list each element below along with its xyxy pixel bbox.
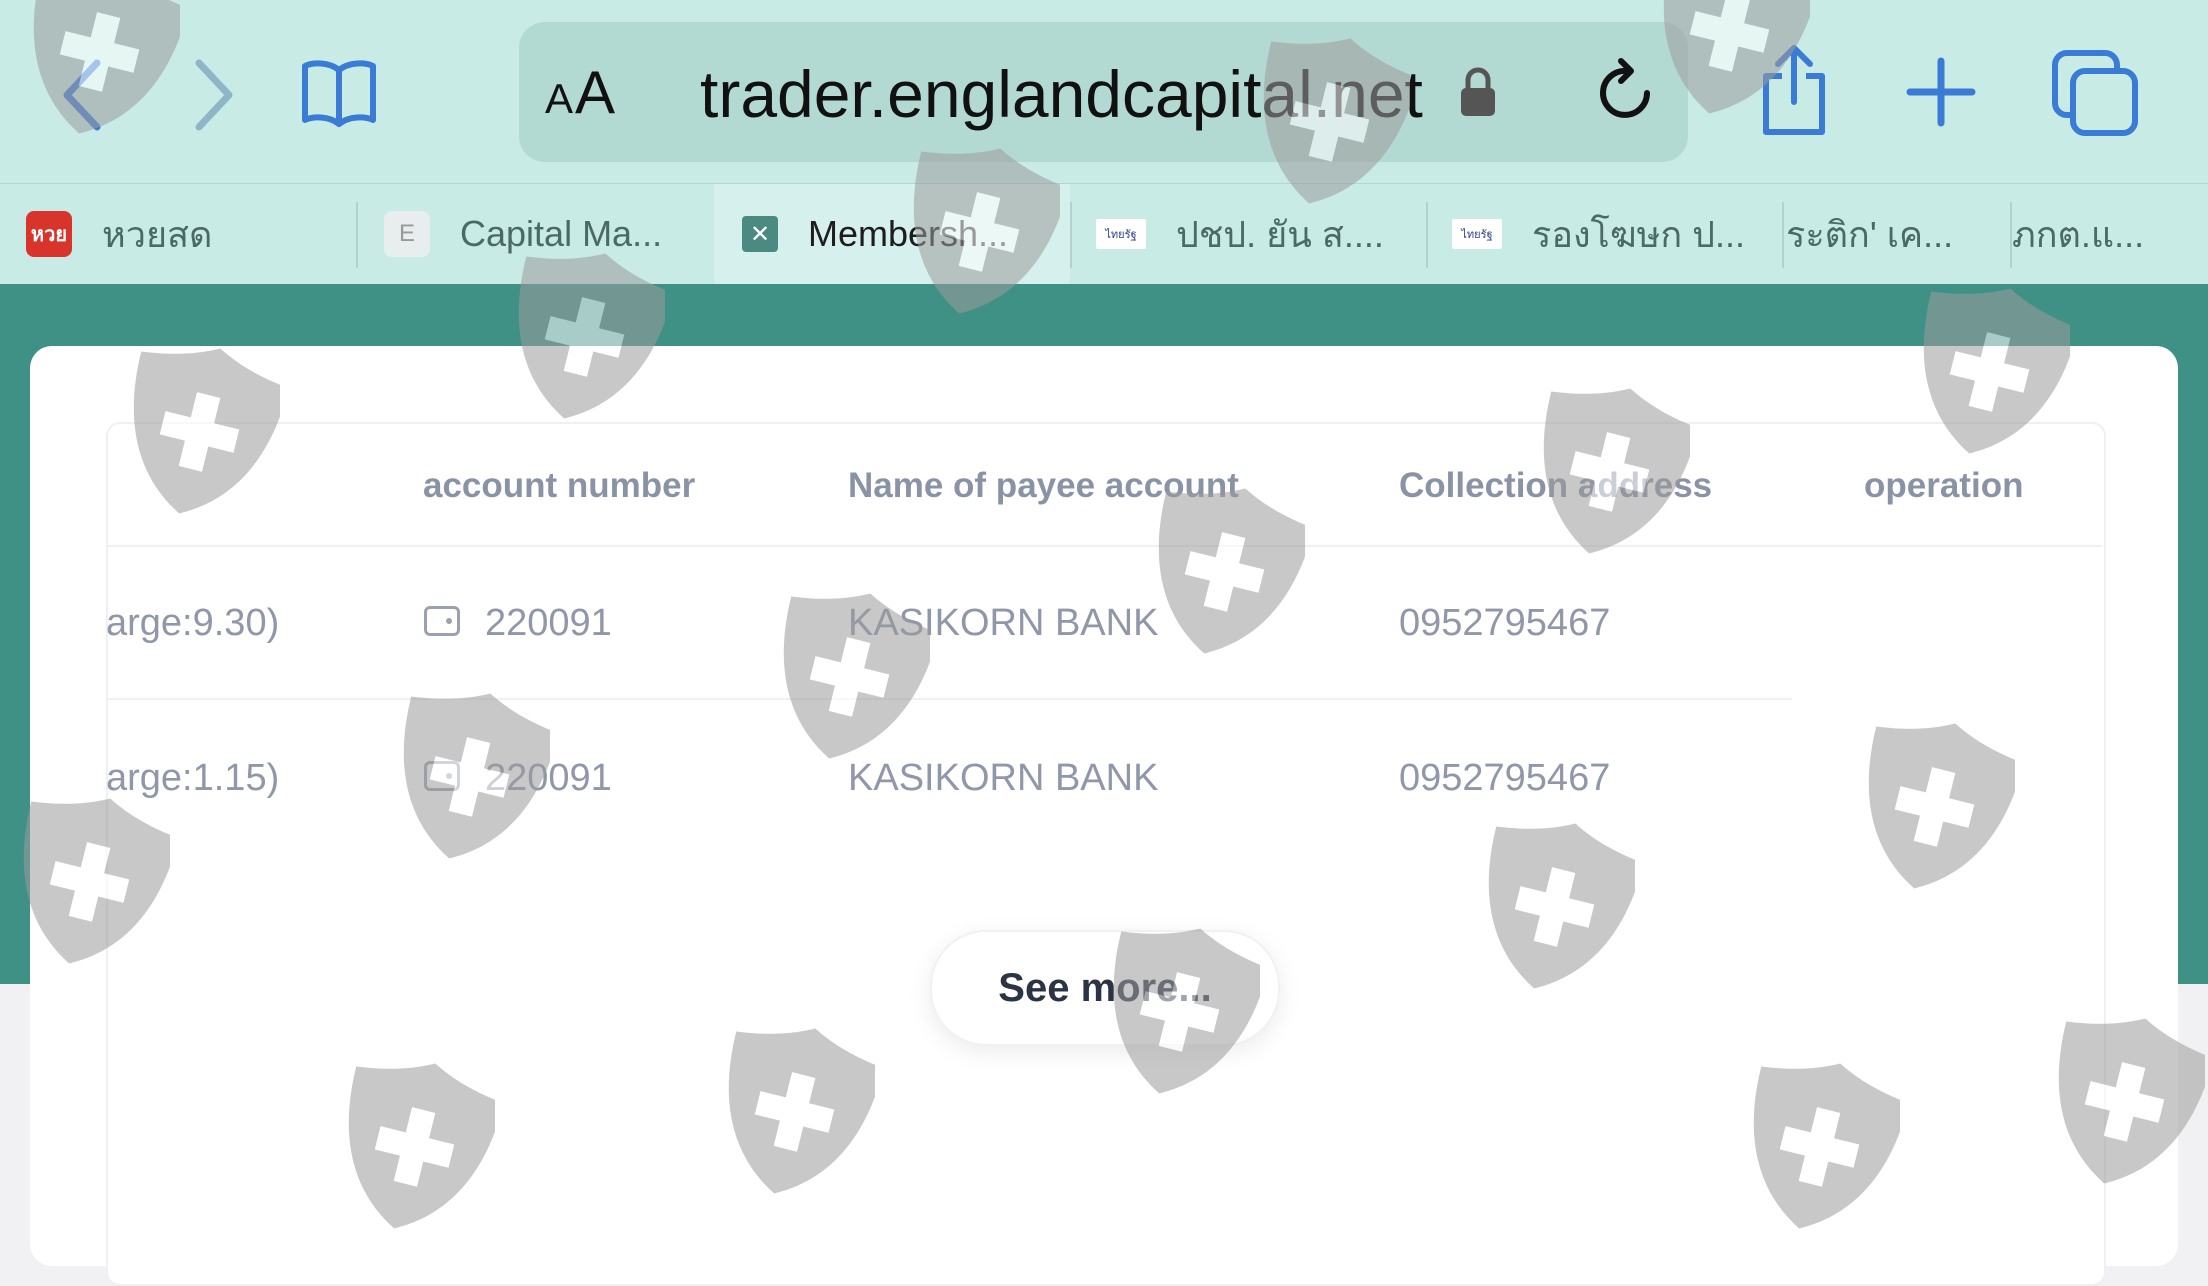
bank-account-table: [106, 422, 2106, 1286]
tab-label: Membersh...: [808, 213, 1009, 254]
header-account-number: account number: [423, 466, 696, 505]
row-first-col: arge:9.30): [106, 602, 280, 644]
header-divider: [106, 545, 2102, 547]
row-payee: KASIKORN BANK: [848, 757, 1159, 799]
row-account-number: 220091: [485, 757, 612, 799]
tab-label: หวยสด: [102, 213, 213, 255]
tab-label: ปชป. ยัน ส....: [1176, 213, 1384, 255]
new-tab-icon[interactable]: [1904, 52, 1978, 132]
row-address: 0952795467: [1399, 602, 1611, 644]
tab-bar: หวย หวยสด E Capital Ma... ✕ Membersh... …: [0, 183, 2208, 284]
header-operation: operation: [1864, 466, 2024, 505]
header-payee-name: Name of payee account: [848, 466, 1239, 505]
tab-favicon: หวย: [26, 211, 72, 257]
tabs-overview-icon[interactable]: [2050, 48, 2140, 138]
tab-7[interactable]: ภกต.แ...: [2012, 184, 2208, 284]
tab-label: ระติก' เค...: [1786, 213, 1954, 255]
tab-label: รองโฆษก ป...: [1532, 213, 1745, 255]
tab-favicon: ไทยรัฐ: [1096, 219, 1146, 249]
tab-1[interactable]: หวย หวยสด: [26, 184, 356, 284]
header-collection-address: Collection address: [1399, 466, 1713, 505]
tab-3-active[interactable]: ✕ Membersh...: [714, 184, 1070, 284]
back-icon[interactable]: [52, 50, 112, 140]
tab-label: Capital Ma...: [460, 213, 663, 254]
wallet-icon: [424, 606, 460, 636]
close-tab-icon[interactable]: ✕: [742, 216, 778, 252]
tab-4[interactable]: ไทยรัฐ ปชป. ยัน ส....: [1096, 184, 1426, 284]
tab-2[interactable]: E Capital Ma...: [384, 184, 714, 284]
url-text: trader.englandcapital.net: [700, 57, 1423, 131]
row-divider: [106, 698, 1792, 700]
tab-favicon: ไทยรัฐ: [1452, 219, 1502, 249]
row-payee: KASIKORN BANK: [848, 602, 1159, 644]
see-more-button[interactable]: See more...: [930, 930, 1280, 1046]
row-account-number: 220091: [485, 602, 612, 644]
tab-5[interactable]: ไทยรัฐ รองโฆษก ป...: [1452, 184, 1782, 284]
lock-icon: [1456, 62, 1500, 122]
reload-icon[interactable]: [1592, 50, 1662, 130]
tab-6[interactable]: ระติก' เค...: [1786, 184, 2006, 284]
share-icon[interactable]: [1756, 40, 1832, 140]
tab-favicon: E: [384, 211, 430, 257]
row-first-col: arge:1.15): [106, 757, 280, 799]
browser-toolbar: AA trader.englandcapital.net: [0, 0, 2208, 183]
bookmarks-icon[interactable]: [296, 52, 382, 134]
row-address: 0952795467: [1399, 757, 1611, 799]
wallet-icon: [424, 761, 460, 791]
forward-icon[interactable]: [184, 50, 244, 140]
text-size-button[interactable]: AA: [545, 58, 617, 127]
tab-label: ภกต.แ...: [2012, 213, 2145, 255]
